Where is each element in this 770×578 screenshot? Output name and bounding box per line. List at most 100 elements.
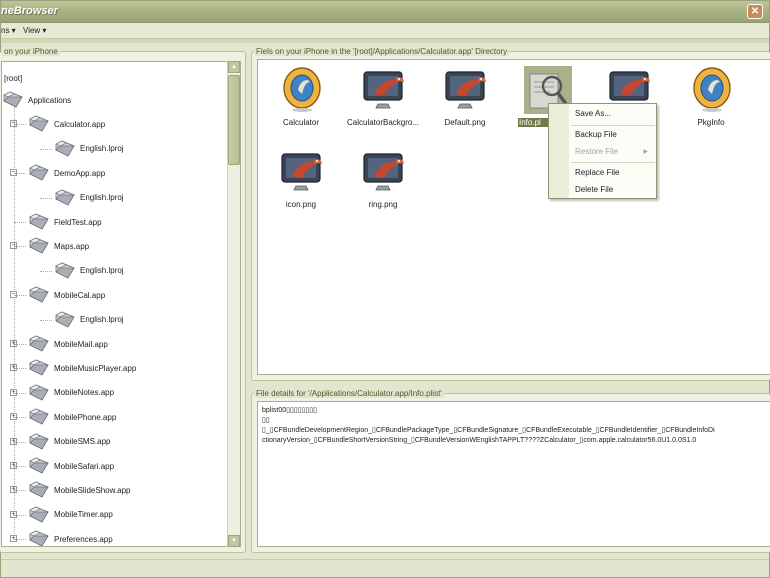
tree-connector bbox=[40, 148, 52, 150]
calculator-app-icon bbox=[688, 66, 736, 114]
tree-node-label: Applications bbox=[28, 95, 72, 105]
file-item[interactable]: icon.png bbox=[258, 146, 344, 218]
details-line: ▯▯ bbox=[262, 417, 270, 424]
file-item[interactable]: Calculator bbox=[258, 64, 344, 136]
tree-node[interactable]: MobileSlideShow.app bbox=[28, 478, 131, 502]
tree-node[interactable]: Calculator.app bbox=[28, 112, 105, 136]
details-line: ▯_▯CFBundleDevelopmentRegion_▯CFBundlePa… bbox=[262, 427, 715, 434]
context-backup-file[interactable]: Backup File bbox=[549, 127, 656, 143]
tree-node-label: MobileCal.app bbox=[54, 290, 106, 300]
context-restore-file-label: Restore File bbox=[575, 147, 619, 156]
folder-icon bbox=[28, 504, 52, 526]
tree-connector bbox=[14, 124, 26, 126]
details-line: ctionaryVersion_▯CFBundleShortVersionStr… bbox=[262, 437, 697, 444]
tree-connector bbox=[40, 197, 52, 199]
tree-node[interactable]: MobileMusicPlayer.app bbox=[28, 356, 136, 380]
files-group-legend: Fiels on your iPhone in the '[root]/Appl… bbox=[254, 47, 510, 56]
tree-node[interactable]: Maps.app bbox=[28, 234, 89, 258]
tree-node-label: English.lproj bbox=[80, 144, 124, 154]
folder-icon bbox=[28, 284, 52, 306]
tree-connector bbox=[14, 539, 26, 541]
context-menu-separator bbox=[571, 162, 655, 163]
context-save-as[interactable]: Save As... bbox=[549, 106, 656, 122]
tree-node[interactable]: [root] bbox=[4, 66, 22, 90]
folder-icon bbox=[28, 235, 52, 257]
toolbar-separator bbox=[1, 39, 769, 43]
tree-connector bbox=[14, 368, 26, 370]
tree-node-label: MobileTimer.app bbox=[54, 510, 113, 520]
tree-connector bbox=[14, 246, 26, 248]
close-window-button[interactable]: ✕ bbox=[747, 4, 763, 19]
folder-icon bbox=[54, 138, 78, 160]
folder-icon bbox=[28, 333, 52, 355]
file-item[interactable]: PkgInfo bbox=[668, 64, 754, 136]
tree-node[interactable]: FieldTest.app bbox=[28, 210, 102, 234]
context-delete-file[interactable]: Delete File bbox=[549, 182, 656, 198]
tree-connector bbox=[14, 102, 15, 542]
folder-icon bbox=[54, 260, 78, 282]
menu-item-options[interactable]: ns ▾ bbox=[1, 26, 16, 35]
details-line: bplist00▯▯▯▯▯▯▯▯ bbox=[262, 407, 317, 414]
folder-tree[interactable]: [root] Applications Calculator.app − English… bbox=[1, 61, 241, 547]
tree-connector bbox=[14, 514, 26, 516]
tree-node-label: MobileNotes.app bbox=[54, 388, 115, 398]
scroll-down-button[interactable]: ▼ bbox=[228, 535, 240, 547]
scroll-thumb[interactable] bbox=[228, 75, 240, 165]
context-replace-file[interactable]: Replace File bbox=[549, 165, 656, 181]
file-item-label: ring.png bbox=[368, 200, 398, 209]
monitor-parrot-icon bbox=[278, 148, 326, 196]
tree-node[interactable]: English.lproj bbox=[54, 186, 124, 210]
file-item[interactable]: Default.png bbox=[422, 64, 508, 136]
title-bar[interactable]: neBrowser ✕ bbox=[1, 1, 769, 23]
tree-node[interactable]: English.lproj bbox=[54, 259, 124, 283]
scroll-up-button[interactable]: ▲ bbox=[228, 61, 240, 73]
tree-scrollbar[interactable]: ▲ ▼ bbox=[227, 61, 240, 547]
tree-node[interactable]: MobileTimer.app bbox=[28, 503, 113, 527]
tree-node[interactable]: MobileNotes.app bbox=[28, 381, 114, 405]
tree-node[interactable]: English.lproj bbox=[54, 137, 124, 161]
tree-node[interactable]: MobileMail.app bbox=[28, 332, 108, 356]
tree-node[interactable]: Preferences.app bbox=[28, 527, 113, 546]
folder-icon bbox=[54, 309, 78, 331]
menu-bar: ns ▾ View ▾ bbox=[1, 23, 769, 39]
file-item[interactable]: ring.png bbox=[340, 146, 426, 218]
folder-icon bbox=[28, 455, 52, 477]
tree-node[interactable]: MobileCal.app bbox=[28, 283, 105, 307]
details-group-legend: File details for '/Applications/Calculat… bbox=[254, 389, 444, 398]
tree-node[interactable]: Applications bbox=[2, 88, 71, 112]
folder-icon bbox=[28, 406, 52, 428]
tree-node-label: Calculator.app bbox=[54, 119, 106, 129]
tree-node[interactable]: MobileSMS.app bbox=[28, 430, 110, 454]
tree-node-label: MobileSafari.app bbox=[54, 461, 115, 471]
folder-icon bbox=[28, 382, 52, 404]
menu-item-view[interactable]: View ▾ bbox=[23, 26, 46, 35]
file-item-label: icon.png bbox=[285, 200, 317, 209]
file-details-content: bplist00▯▯▯▯▯▯▯▯ ▯▯ ▯_▯CFBundleDevelopme… bbox=[262, 406, 770, 446]
tree-node[interactable]: MobilePhone.app bbox=[28, 405, 116, 429]
monitor-parrot-icon bbox=[442, 66, 490, 114]
folder-icon bbox=[28, 113, 52, 135]
submenu-arrow-icon: ▶ bbox=[643, 149, 648, 155]
file-icon-view[interactable]: Calculator CalculatorBackgro... Default.pn… bbox=[257, 59, 770, 375]
folder-icon bbox=[28, 479, 52, 501]
tree-node-label: Maps.app bbox=[54, 241, 90, 251]
folder-icon bbox=[28, 162, 52, 184]
context-menu-separator bbox=[571, 125, 655, 126]
monitor-parrot-icon bbox=[360, 148, 408, 196]
tree-node[interactable]: DemoApp.app bbox=[28, 161, 105, 185]
file-item-label: Default.png bbox=[444, 118, 486, 127]
context-restore-file[interactable]: Restore File ▶ bbox=[549, 144, 656, 160]
tree-connector bbox=[14, 417, 26, 419]
tree-connector bbox=[40, 319, 52, 321]
file-item-label: CalculatorBackgro... bbox=[346, 118, 420, 127]
tree-connector bbox=[40, 270, 52, 272]
folder-icon bbox=[54, 187, 78, 209]
tree-node-label: MobileMusicPlayer.app bbox=[54, 363, 137, 373]
file-details-view[interactable]: bplist00▯▯▯▯▯▯▯▯ ▯▯ ▯_▯CFBundleDevelopme… bbox=[257, 401, 770, 547]
tree-node[interactable]: MobileSafari.app bbox=[28, 454, 114, 478]
tree-node-label: MobileMail.app bbox=[54, 339, 108, 349]
file-item[interactable]: CalculatorBackgro... bbox=[340, 64, 426, 136]
tree-node[interactable]: English.lproj bbox=[54, 308, 124, 332]
tree-connector bbox=[14, 466, 26, 467]
folder-icon bbox=[28, 357, 52, 379]
